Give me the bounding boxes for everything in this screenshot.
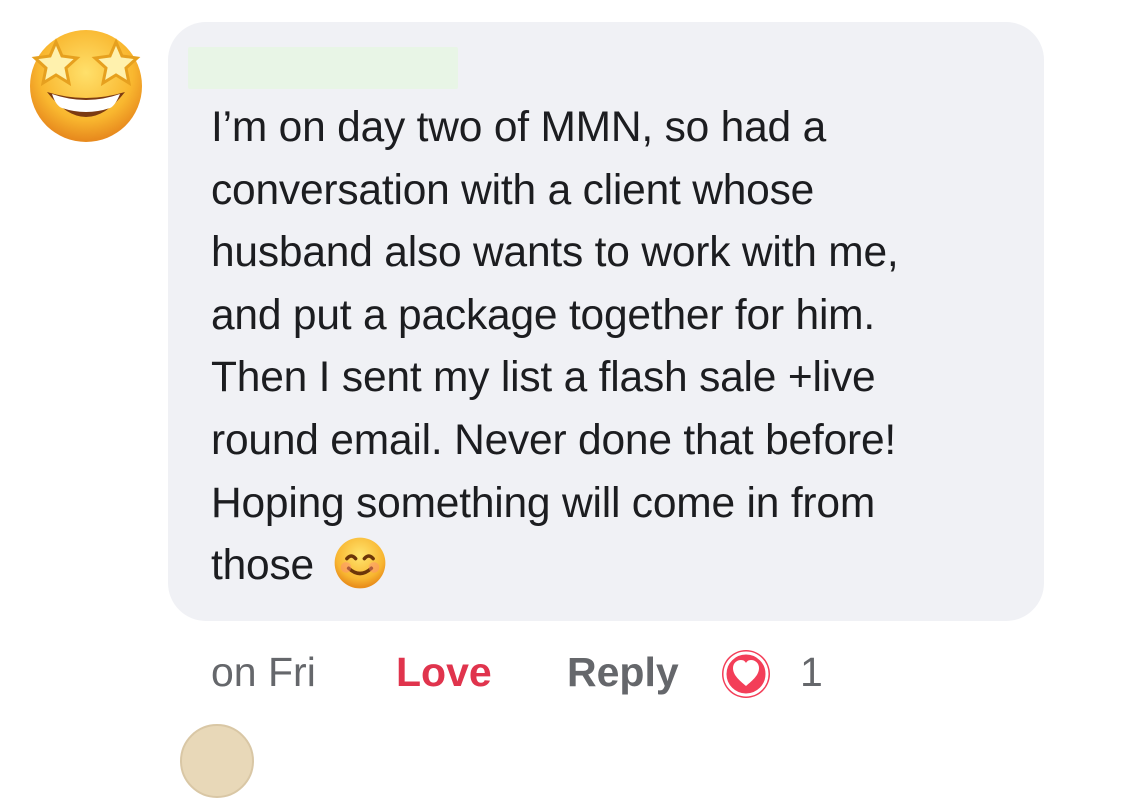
- comment-line: I’m on day two of MMN, so had a: [211, 104, 827, 151]
- redacted-author-name: [188, 47, 458, 89]
- comment-text: I’m on day two of MMN, so had a conversa…: [211, 97, 1031, 598]
- reaction-count: 1: [800, 649, 823, 695]
- love-reaction-icon[interactable]: [720, 648, 772, 700]
- star-struck-emoji-icon[interactable]: [22, 20, 150, 148]
- comment-timestamp[interactable]: on Fri: [211, 648, 316, 696]
- comment-line: Hoping something will come in from: [211, 479, 876, 527]
- reply-button[interactable]: Reply: [567, 648, 679, 696]
- comment-line: round email. Never done that before!: [211, 416, 897, 464]
- love-button[interactable]: Love: [396, 648, 492, 696]
- comment-line: husband also wants to work with me,: [211, 229, 899, 277]
- smiling-face-emoji-icon: [334, 537, 385, 589]
- next-comment-avatar[interactable]: [180, 724, 254, 798]
- comment-line: Then I sent my list a flash sale +live: [211, 354, 876, 402]
- comment-final-line: those: [211, 535, 1031, 598]
- comment-line-text: those: [211, 542, 314, 590]
- comment-line: and put a package together for him.: [211, 291, 875, 339]
- comment-line: conversation with a client whose: [211, 166, 815, 214]
